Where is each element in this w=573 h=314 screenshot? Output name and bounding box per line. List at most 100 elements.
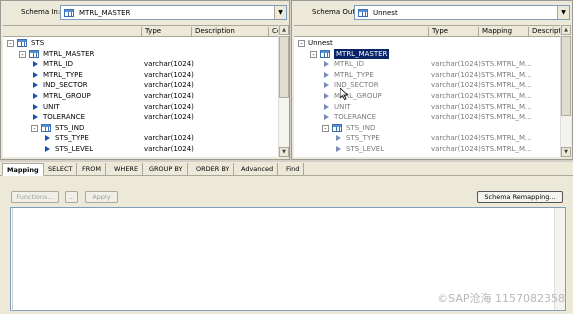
tree-row[interactable]: - MTRL_MASTER xyxy=(3,49,278,60)
column-arrow-icon xyxy=(336,135,341,142)
schema-out-scrollbar[interactable]: ▲ ▼ xyxy=(560,25,571,157)
column-arrow-icon xyxy=(33,61,38,68)
table-icon xyxy=(332,123,342,132)
tree-row[interactable]: - STS xyxy=(3,38,278,49)
column-arrow-icon xyxy=(33,71,38,78)
tree-row[interactable]: - MTRL_MASTER xyxy=(294,48,560,60)
tree-collapse-icon[interactable]: - xyxy=(310,50,317,58)
column-arrow-icon xyxy=(324,71,329,78)
tab-select[interactable]: SELECT xyxy=(44,163,78,176)
tree-item-label: Unnest xyxy=(308,39,333,47)
tree-row[interactable]: STS_TYPE varchar(1024) xyxy=(3,133,278,144)
scroll-down-icon[interactable]: ▼ xyxy=(561,147,571,157)
functions-button[interactable]: Functions... xyxy=(11,191,59,203)
schema-in-select[interactable]: MTRL_MASTER ▼ xyxy=(60,5,287,20)
tree-item-type: varchar(1024) xyxy=(431,81,481,90)
schema-out-bar: Schema Out: Unnest ▼ xyxy=(292,1,572,23)
tree-item-type: varchar(1024) xyxy=(431,113,481,122)
tree-collapse-icon[interactable]: - xyxy=(7,40,14,47)
schema-out-tree[interactable]: - Unnest - MTRL_MASTER MTRL_ID varchar(1024) S… xyxy=(294,37,560,157)
tree-item-label: STS_IND xyxy=(346,123,376,132)
tree-item-mapping: STS.MTRL_M... xyxy=(481,145,532,153)
table-icon xyxy=(358,9,368,17)
tree-row[interactable]: MTRL_GROUP varchar(1024) STS.MTRL_M... xyxy=(294,91,560,102)
schema-remapping-button[interactable]: Schema Remapping... xyxy=(477,191,563,203)
schema-in-scrollbar[interactable]: ▲ ▼ xyxy=(278,25,289,157)
tab-group-by[interactable]: GROUP BY xyxy=(145,163,188,176)
chevron-down-icon[interactable]: ▼ xyxy=(557,6,569,19)
schema-out-value: Unnest xyxy=(373,9,398,17)
tree-row[interactable]: UNIT varchar(1024) xyxy=(3,102,278,113)
scroll-thumb[interactable] xyxy=(561,36,571,116)
chevron-down-icon[interactable]: ▼ xyxy=(274,6,286,19)
column-header-description[interactable]: Description xyxy=(528,27,560,37)
table-icon xyxy=(320,49,330,58)
tree-collapse-icon[interactable]: - xyxy=(322,124,329,132)
schema-in-label: Schema In: xyxy=(21,8,61,16)
tree-item-label: STS xyxy=(31,39,45,47)
tree-row[interactable]: IND_SECTOR varchar(1024) STS.MTRL_M... xyxy=(294,80,560,91)
tree-row[interactable]: IND_SECTOR varchar(1024) xyxy=(3,80,278,91)
scroll-up-icon[interactable]: ▲ xyxy=(561,25,571,35)
table-icon xyxy=(64,9,74,17)
tree-item-type: varchar(1024) xyxy=(144,92,194,100)
scroll-up-icon[interactable]: ▲ xyxy=(279,25,289,35)
tab-advanced[interactable]: Advanced xyxy=(237,163,279,176)
tab-where[interactable]: WHERE xyxy=(110,163,144,176)
tree-row[interactable]: MTRL_GROUP varchar(1024) xyxy=(3,91,278,102)
column-header-co[interactable]: Co xyxy=(268,27,278,37)
editor-gutter xyxy=(11,208,13,312)
tree-row[interactable]: MTRL_ID varchar(1024) STS.MTRL_M... xyxy=(294,59,560,70)
tree-item-label: MTRL_TYPE xyxy=(334,70,374,79)
table-icon xyxy=(17,39,27,47)
apply-button[interactable]: Apply xyxy=(85,191,118,203)
tree-item-mapping: STS.MTRL_M... xyxy=(481,102,532,111)
tree-item-type: varchar(1024) xyxy=(431,60,481,69)
column-header-type[interactable]: Type xyxy=(141,27,191,37)
column-arrow-icon xyxy=(324,82,329,89)
tree-item-label: MTRL_ID xyxy=(334,60,365,69)
tab-order-by[interactable]: ORDER BY xyxy=(192,163,235,176)
tree-item-label: MTRL_TYPE xyxy=(43,70,83,79)
tree-item-label: STS_TYPE xyxy=(55,134,89,143)
mapping-tab-bar: Mapping SELECT FROM WHERE GROUP BY ORDER… xyxy=(0,162,573,176)
tree-collapse-icon[interactable]: - xyxy=(31,124,38,132)
tree-item-label: STS_TYPE xyxy=(346,134,380,143)
tree-item-type: varchar(1024) xyxy=(144,113,194,122)
schema-out-select[interactable]: Unnest ▼ xyxy=(354,5,570,20)
tree-row[interactable]: - STS_IND xyxy=(3,123,278,134)
column-header-description[interactable]: Description xyxy=(191,27,268,37)
tree-row[interactable]: STS_TYPE varchar(1024) STS.MTRL_M... xyxy=(294,133,560,144)
tree-row[interactable]: STS_LEVEL varchar(1024) STS.MTRL_M... xyxy=(294,144,560,155)
column-header-type[interactable]: Type xyxy=(428,27,478,37)
tab-find[interactable]: Find xyxy=(282,163,305,176)
column-arrow-icon xyxy=(324,114,329,121)
tree-row[interactable]: TOLERANCE varchar(1024) xyxy=(3,112,278,123)
column-arrow-icon xyxy=(33,114,38,121)
tree-collapse-icon[interactable]: - xyxy=(19,50,26,58)
tree-item-label: TOLERANCE xyxy=(334,113,377,122)
tree-row[interactable]: - STS_IND xyxy=(294,123,560,134)
tree-row[interactable]: - Unnest xyxy=(294,38,560,49)
scroll-down-icon[interactable]: ▼ xyxy=(279,147,289,157)
tree-row[interactable]: UNIT varchar(1024) STS.MTRL_M... xyxy=(294,102,560,113)
tree-row[interactable]: MTRL_TYPE varchar(1024) STS.MTRL_M... xyxy=(294,70,560,81)
tree-row[interactable]: MTRL_ID varchar(1024) xyxy=(3,59,278,70)
column-header-mapping[interactable]: Mapping xyxy=(478,27,528,37)
schema-in-tree[interactable]: - STS - MTRL_MASTER MTRL_ID varchar(1024) MTRL… xyxy=(3,37,278,157)
tree-row[interactable]: STS_LEVEL varchar(1024) xyxy=(3,144,278,155)
column-arrow-icon xyxy=(45,135,50,142)
tree-row[interactable]: MTRL_TYPE varchar(1024) xyxy=(3,70,278,81)
scroll-thumb[interactable] xyxy=(279,36,289,98)
tree-row[interactable]: TOLERANCE varchar(1024) STS.MTRL_M... xyxy=(294,112,560,123)
ellipsis-button[interactable]: ... xyxy=(65,191,78,203)
tab-from[interactable]: FROM xyxy=(78,163,106,176)
tree-item-mapping: STS.MTRL_M... xyxy=(481,70,532,79)
schema-out-header: Type Mapping Description xyxy=(294,25,560,37)
tree-item-type: varchar(1024) xyxy=(431,70,481,79)
tree-item-mapping: STS.MTRL_M... xyxy=(481,60,532,69)
tree-collapse-icon[interactable]: - xyxy=(298,40,305,47)
tree-item-type: varchar(1024) xyxy=(144,70,194,79)
tree-item-type: varchar(1024) xyxy=(144,81,194,90)
tab-mapping[interactable]: Mapping xyxy=(2,163,44,176)
